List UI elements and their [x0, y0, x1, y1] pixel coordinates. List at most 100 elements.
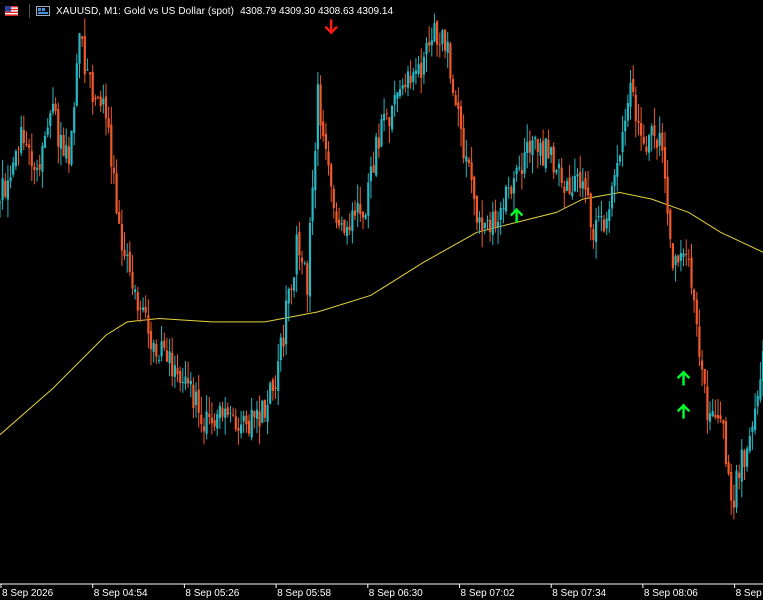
- candle-body: [168, 351, 171, 364]
- candle-body: [759, 379, 762, 400]
- candle-body: [552, 146, 555, 173]
- candle-body: [584, 177, 587, 190]
- chart-header: XAUUSD, M1: Gold vs US Dollar (spot) 430…: [0, 0, 763, 22]
- candle: [597, 205, 600, 222]
- candle: [560, 158, 563, 188]
- candle-body: [308, 222, 312, 297]
- candle-body: [102, 98, 105, 105]
- candle-body: [335, 211, 338, 223]
- candle-body: [346, 227, 349, 237]
- candle: [605, 211, 608, 235]
- candle: [481, 200, 484, 248]
- candle-body: [142, 307, 145, 311]
- candle-body: [300, 257, 304, 263]
- candle-body: [83, 35, 86, 75]
- candle-body: [690, 257, 693, 288]
- candle-body: [473, 176, 476, 199]
- candle-body: [571, 192, 574, 197]
- candle: [369, 156, 372, 199]
- candle-body: [497, 221, 500, 227]
- candle: [383, 98, 386, 132]
- candle-body: [563, 186, 566, 193]
- candle-body: [91, 71, 94, 102]
- candle-body: [49, 113, 52, 126]
- candle: [351, 202, 354, 244]
- candle-body: [708, 413, 712, 422]
- candle-body: [422, 56, 425, 75]
- candle: [401, 78, 404, 96]
- price-chart[interactable]: 8 Sep 2026 8 Sep 04:54 8 Sep 05:26 8 Sep 05…: [0, 0, 763, 600]
- candle-body: [550, 147, 553, 155]
- candle: [417, 56, 420, 78]
- candle-body: [54, 103, 57, 111]
- candle: [372, 151, 375, 173]
- candle: [149, 321, 153, 366]
- candle-body: [255, 409, 259, 419]
- candle: [716, 398, 720, 424]
- candle: [610, 182, 614, 217]
- candle-body: [176, 368, 179, 375]
- candle: [756, 390, 759, 415]
- candle-body: [661, 132, 664, 151]
- candle: [51, 87, 55, 116]
- candle-body: [420, 62, 423, 78]
- candle-body: [682, 253, 685, 257]
- candle: [187, 361, 190, 388]
- candle-body: [250, 409, 253, 438]
- candle: [67, 136, 70, 173]
- candle: [507, 176, 510, 199]
- candle-body: [711, 411, 714, 416]
- candle: [478, 211, 481, 234]
- candle-body: [353, 210, 357, 216]
- candle: [0, 199, 2, 218]
- candle-body: [107, 118, 110, 128]
- candle-body: [147, 315, 150, 334]
- candle: [693, 288, 696, 313]
- candle: [118, 200, 121, 224]
- candle-body: [663, 147, 667, 179]
- candle-body: [240, 424, 243, 434]
- candle: [449, 41, 452, 84]
- candle: [274, 375, 277, 399]
- candle: [94, 94, 97, 106]
- chart-window-icon[interactable]: [36, 6, 50, 16]
- candle-body: [406, 71, 410, 88]
- candle: [303, 260, 306, 266]
- candle-body: [602, 219, 606, 232]
- candle: [43, 131, 47, 149]
- candle-body: [581, 181, 584, 189]
- candle: [295, 225, 298, 293]
- candle-body: [118, 212, 121, 224]
- candle-body: [398, 89, 402, 97]
- candle-body: [520, 169, 523, 174]
- candle: [192, 377, 195, 418]
- candle: [438, 32, 441, 58]
- candle: [173, 355, 176, 388]
- candle: [695, 291, 698, 337]
- candle-body: [589, 193, 592, 228]
- candle-body: [192, 384, 195, 408]
- candle: [504, 184, 508, 215]
- candle-body: [247, 420, 251, 434]
- candle-body: [30, 151, 33, 167]
- candle-body: [412, 72, 415, 82]
- candle-body: [253, 411, 256, 418]
- candle: [343, 219, 346, 236]
- candle-body: [112, 167, 115, 174]
- candle-body: [507, 187, 510, 189]
- candle-body: [330, 164, 333, 187]
- candle-body: [698, 326, 701, 357]
- candle-body: [393, 94, 396, 105]
- candle: [202, 417, 206, 445]
- candle-body: [579, 172, 582, 188]
- candle-body: [311, 187, 314, 222]
- candle-body: [438, 44, 441, 46]
- candle: [414, 58, 417, 85]
- candle: [210, 402, 213, 435]
- candle: [96, 95, 100, 100]
- candle: [139, 300, 142, 323]
- candle-body: [57, 109, 60, 147]
- candle: [36, 159, 39, 182]
- candle-body: [208, 413, 211, 417]
- candle-body: [205, 411, 208, 434]
